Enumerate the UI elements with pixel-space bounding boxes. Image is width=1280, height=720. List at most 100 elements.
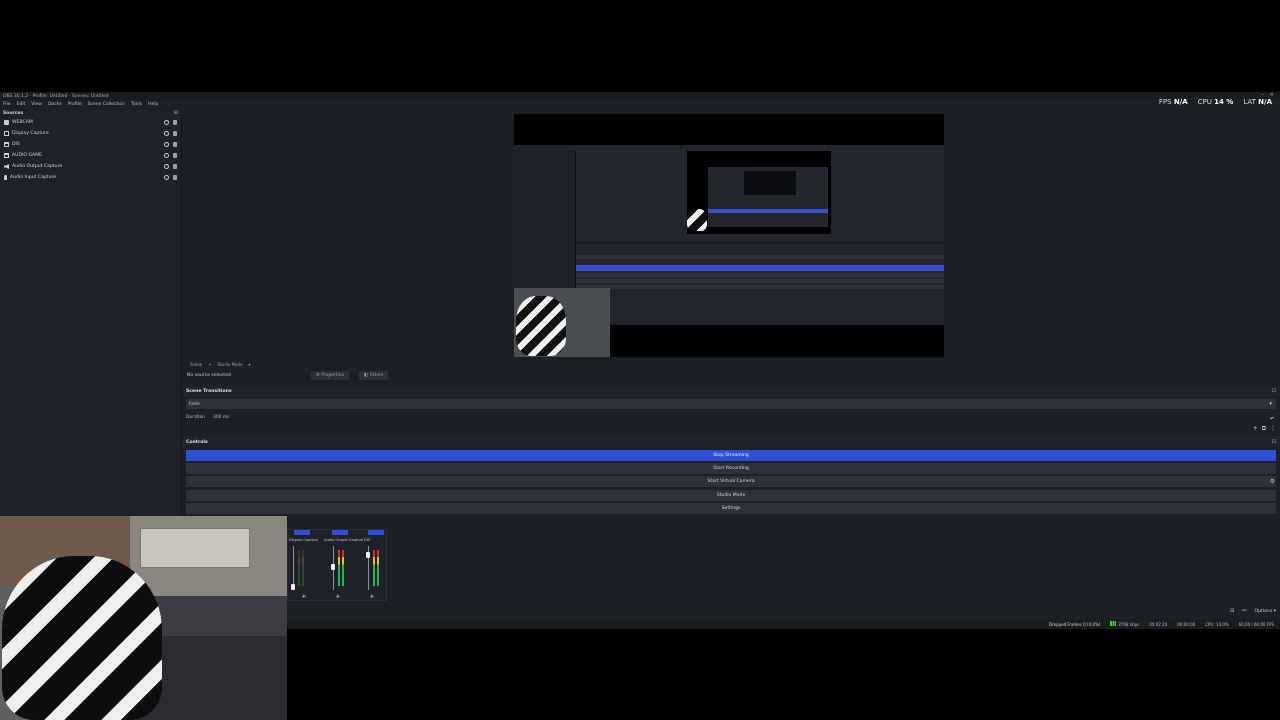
nested-chair-image bbox=[687, 209, 707, 231]
menu-file[interactable]: File bbox=[3, 102, 11, 107]
channel-label-display-capture: Display Capture bbox=[289, 538, 318, 542]
add-transition-icon[interactable]: + bbox=[1253, 425, 1258, 433]
duration-row: Duration 300 ms ▴▾ bbox=[186, 412, 1276, 422]
link-icon[interactable]: ⚯ bbox=[1242, 608, 1246, 614]
source-item-audio-game[interactable]: AUDIO GAME bbox=[0, 150, 181, 161]
nested-panel-row bbox=[576, 255, 944, 259]
source-properties-bar: No source selected ⚙ Properties ◧ Filter… bbox=[182, 368, 1280, 383]
menu-docks[interactable]: Docks bbox=[48, 102, 62, 107]
dock-float-icon[interactable]: ⊡ bbox=[1272, 439, 1276, 445]
lock-icon[interactable] bbox=[173, 175, 177, 180]
transition-tools: + ⧉ ⋮ bbox=[1253, 425, 1276, 433]
bitrate-value: 2708 kbps bbox=[1118, 622, 1140, 627]
visibility-eye-icon[interactable] bbox=[164, 153, 169, 158]
visibility-eye-icon[interactable] bbox=[164, 131, 169, 136]
menu-help[interactable]: Help bbox=[148, 102, 158, 107]
lock-icon[interactable] bbox=[173, 120, 177, 125]
add-scene-button[interactable]: + bbox=[208, 362, 211, 367]
chevron-down-icon: ▾ bbox=[1269, 401, 1272, 407]
transition-select[interactable]: Fade ▾ bbox=[186, 399, 1276, 409]
controls-header: Controls ⊡ bbox=[182, 437, 1280, 447]
speaker-icon[interactable]: 🔈 bbox=[336, 593, 341, 598]
source-label: AUDIO GAME bbox=[12, 153, 43, 158]
source-item-dis[interactable]: DIS bbox=[0, 139, 181, 150]
sources-title: Sources bbox=[3, 111, 24, 116]
dock-float-icon[interactable]: ⊡ bbox=[174, 110, 178, 116]
dropped-frames: Dropped Frames 0 (0.0%) bbox=[1048, 621, 1101, 627]
layout-icon[interactable]: ⊟ bbox=[1230, 608, 1234, 614]
audio-mixer-overlay: Display Capture Audio Output Capture DIS… bbox=[287, 529, 387, 601]
duplicate-transition-icon[interactable]: ⧉ bbox=[1262, 425, 1266, 433]
volume-fader-knob[interactable] bbox=[291, 584, 295, 590]
nested-preview bbox=[687, 151, 831, 234]
studio-mode-button[interactable]: Studio Mode bbox=[186, 490, 1276, 501]
preview-area bbox=[186, 110, 1280, 362]
visibility-eye-icon[interactable] bbox=[164, 120, 169, 125]
no-source-label: No source selected bbox=[187, 373, 231, 378]
volume-meter bbox=[373, 550, 375, 586]
duration-input[interactable]: 300 ms bbox=[213, 415, 229, 420]
source-label: Display Capture bbox=[12, 131, 49, 136]
sources-dock: Sources ⊡ WEBCAM Display Capture DIS AUD… bbox=[0, 110, 182, 516]
start-virtual-camera-button[interactable]: Start Virtual Camera bbox=[186, 476, 1276, 487]
properties-button[interactable]: ⚙ Properties bbox=[310, 371, 350, 380]
stop-streaming-button[interactable]: Stop Streaming bbox=[186, 450, 1276, 461]
source-item-audio-output[interactable]: Audio Output Capture bbox=[0, 161, 181, 172]
window-icon bbox=[4, 153, 9, 158]
volume-meter bbox=[298, 550, 300, 586]
menu-edit[interactable]: Edit bbox=[17, 102, 26, 107]
source-item-display-capture[interactable]: Display Capture bbox=[0, 128, 181, 139]
preview-chair-image bbox=[516, 296, 566, 356]
cpu-value: 14 % bbox=[1214, 98, 1234, 106]
more-options-icon[interactable]: ⋮ bbox=[1270, 425, 1276, 433]
cpu-status: CPU: 14.0% bbox=[1205, 621, 1229, 627]
volume-meter bbox=[342, 550, 344, 586]
nested-panel-row bbox=[576, 273, 944, 277]
sources-header: Sources ⊡ bbox=[0, 110, 181, 117]
visibility-eye-icon[interactable] bbox=[164, 142, 169, 147]
lock-icon[interactable] bbox=[173, 142, 177, 147]
lock-icon[interactable] bbox=[173, 131, 177, 136]
scene-toolbar: Scene + Studio Mode ▾ bbox=[186, 361, 1280, 367]
lat-value: N/A bbox=[1258, 98, 1272, 106]
source-item-audio-input[interactable]: Audio Input Capture bbox=[0, 172, 181, 183]
channel-label-dis: DIS bbox=[364, 538, 371, 542]
performance-stats: FPS N/A CPU 14 % LAT N/A bbox=[1159, 98, 1272, 106]
menu-view[interactable]: View bbox=[31, 102, 42, 107]
spinner-arrows-icon[interactable]: ▴▾ bbox=[1270, 415, 1274, 420]
source-label: DIS bbox=[12, 142, 20, 147]
scene-transitions-title: Scene Transitions bbox=[186, 388, 232, 394]
visibility-eye-icon[interactable] bbox=[164, 164, 169, 169]
virtual-camera-settings-icon[interactable]: ⚙ bbox=[1270, 478, 1275, 485]
mixer-channel-header bbox=[294, 530, 310, 535]
start-recording-button[interactable]: Start Recording bbox=[186, 463, 1276, 474]
background-cabinets bbox=[140, 528, 250, 568]
recording-time: 00:00:00 bbox=[1177, 621, 1196, 627]
nested-panel-row bbox=[576, 279, 944, 283]
speaker-icon[interactable]: 🔈 bbox=[302, 593, 307, 598]
lock-icon[interactable] bbox=[173, 153, 177, 158]
deep-preview bbox=[744, 171, 796, 195]
menu-scene-collection[interactable]: Scene Collection bbox=[88, 102, 125, 107]
speaker-icon[interactable]: 🔈 bbox=[370, 593, 375, 598]
lock-icon[interactable] bbox=[173, 164, 177, 169]
volume-fader-knob[interactable] bbox=[331, 564, 335, 570]
settings-button[interactable]: Settings bbox=[186, 503, 1276, 514]
nested-stop-streaming bbox=[576, 265, 944, 271]
preview-canvas[interactable] bbox=[514, 114, 944, 357]
dock-float-icon[interactable]: ⊡ bbox=[1272, 388, 1276, 394]
lat-label: LAT bbox=[1243, 98, 1256, 106]
deep-nested-capture bbox=[708, 167, 828, 227]
filters-button[interactable]: ◧ Filters bbox=[359, 371, 389, 380]
volume-meter bbox=[377, 550, 379, 586]
source-label: Audio Input Capture bbox=[10, 175, 57, 180]
studio-mode-label[interactable]: Studio Mode bbox=[218, 362, 243, 367]
properties-label: Properties bbox=[321, 373, 345, 378]
source-item-webcam[interactable]: WEBCAM bbox=[0, 117, 181, 128]
volume-fader-knob[interactable] bbox=[366, 552, 370, 558]
options-menu[interactable]: Options ▾ bbox=[1254, 609, 1276, 614]
visibility-eye-icon[interactable] bbox=[164, 175, 169, 180]
chevron-down-icon[interactable]: ▾ bbox=[248, 362, 250, 367]
menu-profile[interactable]: Profile bbox=[68, 102, 82, 107]
menu-tools[interactable]: Tools bbox=[131, 102, 142, 107]
